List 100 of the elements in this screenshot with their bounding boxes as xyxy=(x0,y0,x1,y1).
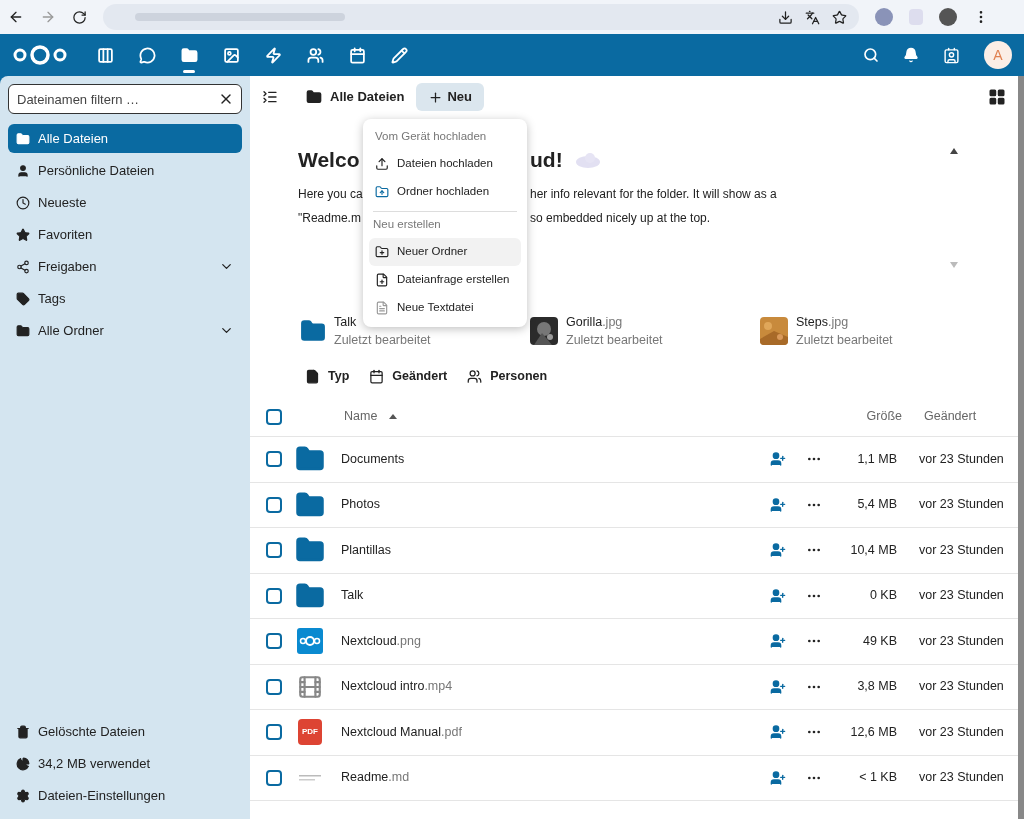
file-row[interactable]: Plantillas 10,4 MB vor 23 Stunden xyxy=(250,528,1018,574)
filter-button[interactable]: Geändert xyxy=(369,366,448,386)
file-modified: vor 23 Stunden xyxy=(918,496,1002,514)
sidebar-toggle-icon[interactable] xyxy=(262,89,278,105)
checkbox[interactable] xyxy=(266,769,282,786)
file-size: < 1 KB xyxy=(858,769,897,787)
nav-item[interactable]: Freigaben xyxy=(8,252,242,281)
folder-icon xyxy=(300,318,326,344)
contacts-icon[interactable] xyxy=(943,46,960,64)
file-subtitle: Zuletzt bearbeitet xyxy=(334,332,431,349)
share-icon[interactable] xyxy=(770,496,786,513)
file-name: Gorilla.jpg xyxy=(566,314,623,331)
back-icon[interactable] xyxy=(8,9,24,25)
menu-item[interactable]: Dateianfrage erstellen xyxy=(369,266,521,294)
install-icon[interactable] xyxy=(778,9,793,25)
readme-text: "Readme.m xyxy=(298,210,361,225)
search-icon[interactable] xyxy=(863,47,879,63)
checkbox[interactable] xyxy=(266,587,282,604)
footer-item[interactable]: 34,2 MB verwendet xyxy=(8,753,242,775)
reload-icon[interactable] xyxy=(72,9,87,25)
logo-icon xyxy=(297,628,323,655)
file-name: Readme.md xyxy=(341,769,410,787)
file-row[interactable]: Talk 0 KB vor 23 Stunden xyxy=(250,573,1018,619)
nav-item[interactable]: Alle Dateien xyxy=(8,124,242,153)
file-icon xyxy=(305,368,320,384)
readme-title: ud! xyxy=(530,147,563,173)
nav-item[interactable]: Persönliche Dateien xyxy=(8,156,242,185)
collapse-icon[interactable] xyxy=(950,148,958,154)
new-button[interactable]: Neu xyxy=(416,83,484,111)
file-name: Plantillas xyxy=(341,541,392,559)
checkbox[interactable] xyxy=(266,633,282,650)
footer-item[interactable]: Dateien-Einstellungen xyxy=(8,785,242,807)
file-modified: vor 23 Stunden xyxy=(918,678,1002,696)
column-header[interactable]: Größe xyxy=(832,407,902,426)
cloud-icon xyxy=(574,151,601,168)
file-row[interactable]: Documents 1,1 MB vor 23 Stunden xyxy=(250,437,1018,483)
checkbox[interactable] xyxy=(266,496,282,513)
checkbox[interactable] xyxy=(266,724,282,741)
filter-button[interactable]: Personen xyxy=(467,366,548,386)
checkbox[interactable] xyxy=(266,542,282,559)
readme-text: her info relevant for the folder. It will show as a xyxy=(530,185,777,203)
share-icon[interactable] xyxy=(770,769,786,786)
folder-icon xyxy=(306,89,322,105)
translate-icon[interactable] xyxy=(805,9,820,25)
file-name: Documents xyxy=(341,450,405,468)
file-name: Talk xyxy=(334,314,357,331)
file-name: Steps.jpg xyxy=(796,314,849,331)
nav-item[interactable]: Tags xyxy=(8,284,242,313)
share-icon[interactable] xyxy=(770,587,786,604)
share-icon[interactable] xyxy=(770,542,786,559)
column-header[interactable]: Geändert xyxy=(902,407,1002,426)
trash-icon xyxy=(16,725,30,739)
pdf-icon: PDF xyxy=(298,719,322,746)
checkbox[interactable] xyxy=(266,408,282,425)
profile-icon[interactable] xyxy=(939,8,957,26)
file-modified: vor 23 Stunden xyxy=(918,587,1002,605)
menu-item[interactable]: Dateien hochladen xyxy=(367,150,523,178)
upload-icon xyxy=(375,157,389,171)
file-subtitle: Zuletzt bearbeitet xyxy=(796,332,893,349)
file-row[interactable]: Photos 5,4 MB vor 23 Stunden xyxy=(250,482,1018,528)
readme-text: Here you ca xyxy=(298,186,363,201)
recent-file[interactable]: Gorilla.jpg Zuletzt bearbeitet xyxy=(530,313,760,349)
column-header[interactable]: Name xyxy=(344,407,378,426)
footer-item[interactable]: Gelöschte Dateien xyxy=(8,721,242,743)
grid-view-icon[interactable] xyxy=(988,88,1006,106)
file-name: Photos xyxy=(341,496,380,514)
checkbox[interactable] xyxy=(266,451,282,468)
file-subtitle: Zuletzt bearbeitet xyxy=(566,332,663,349)
notifications-button[interactable] xyxy=(903,47,919,63)
filter-field[interactable]: Dateinamen filtern … xyxy=(8,84,242,114)
recent-file[interactable]: Steps.jpg Zuletzt bearbeitet xyxy=(760,313,990,349)
file-row[interactable]: Readme.md < 1 KB vor 23 Stunden xyxy=(250,755,1018,801)
nav-item[interactable]: Alle Ordner xyxy=(8,316,242,345)
extension-icon[interactable] xyxy=(875,8,893,26)
menu-section-title: Neu erstellen xyxy=(373,217,442,233)
pie-chart-icon xyxy=(16,757,30,771)
folder-plus-icon xyxy=(375,245,389,259)
menu-item[interactable]: Ordner hochladen xyxy=(367,178,523,206)
share-icon xyxy=(16,259,30,274)
file-modified: vor 23 Stunden xyxy=(918,541,1002,559)
share-icon[interactable] xyxy=(770,678,786,695)
menu-item[interactable]: Neuer Ordner xyxy=(369,238,521,266)
bookmark-icon[interactable] xyxy=(832,9,847,25)
readme-title: Welco xyxy=(298,148,360,171)
file-name: Nextcloud intro.mp4 xyxy=(341,678,453,696)
filter-button[interactable]: Typ xyxy=(305,366,350,386)
checkbox[interactable] xyxy=(266,678,282,695)
nav-item[interactable]: Favoriten xyxy=(8,220,242,249)
breadcrumb[interactable]: Alle Dateien xyxy=(330,87,405,107)
nav-item[interactable]: Neueste xyxy=(8,188,242,217)
file-row[interactable]: Nextcloud intro.mp4 3,8 MB vor 23 Stunden xyxy=(250,664,1018,710)
share-icon[interactable] xyxy=(770,724,786,741)
logo-icon[interactable] xyxy=(12,44,68,66)
file-row[interactable]: Nextcloud.png 49 KB vor 23 Stunden xyxy=(250,619,1018,665)
sort-icon[interactable] xyxy=(389,414,398,419)
file-row[interactable]: PDF Nextcloud Manual.pdf 12,6 MB vor 23 Stunden xyxy=(250,710,1018,756)
people-icon xyxy=(467,368,483,384)
share-icon[interactable] xyxy=(770,451,786,468)
readme-text: so embedded nicely up at the top. xyxy=(530,209,711,227)
share-icon[interactable] xyxy=(770,633,786,650)
